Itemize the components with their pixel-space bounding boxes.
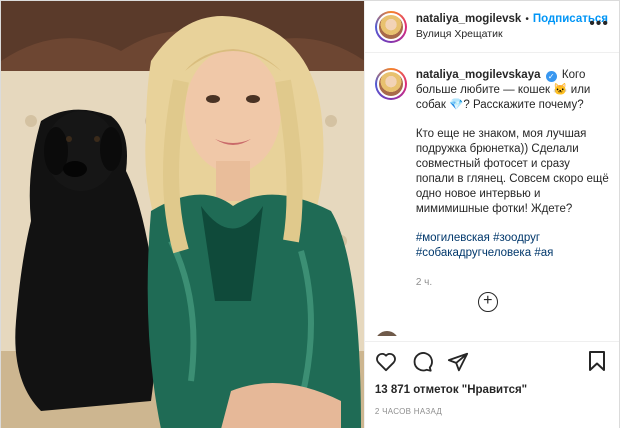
- share-icon[interactable]: [447, 351, 469, 373]
- author-avatar[interactable]: [374, 10, 407, 43]
- post-header: nataliya_mogilevsk • Подписаться Вулиця …: [364, 1, 619, 53]
- hashtag[interactable]: #могилевская: [416, 232, 490, 244]
- instagram-post: nataliya_mogilevsk • Подписаться Вулиця …: [0, 0, 620, 428]
- separator-dot: •: [525, 13, 529, 25]
- caption: nataliya_mogilevskaya ✓ Кого больше люби…: [374, 68, 609, 290]
- likes-count[interactable]: 13 871 отметок "Нравится": [375, 384, 609, 396]
- verified-badge-icon: ✓: [545, 71, 557, 82]
- caption-username[interactable]: nataliya_mogilevskaya: [416, 69, 541, 81]
- comments-area: nataliya_mogilevskaya ✓ Кого больше люби…: [365, 54, 619, 336]
- bookmark-icon[interactable]: [587, 350, 607, 375]
- caption-text-2: Кто еще не знаком, моя лучшая подружка б…: [415, 128, 609, 215]
- commenter-avatar[interactable]: [374, 331, 399, 336]
- photo-illustration: [1, 1, 364, 428]
- caption-avatar[interactable]: [374, 68, 407, 100]
- post-photo[interactable]: [1, 1, 364, 428]
- action-icons: [375, 350, 609, 374]
- hashtags: #могилевская #зоодруг #собакадругчеловек…: [416, 231, 609, 261]
- hashtag[interactable]: #ая: [534, 247, 553, 259]
- heart-icon[interactable]: [375, 352, 397, 372]
- more-options-icon[interactable]: •••: [589, 15, 609, 33]
- comment-icon[interactable]: [411, 351, 433, 373]
- plus-circle-icon[interactable]: +: [477, 292, 498, 312]
- hashtag[interactable]: #собакадругчеловека: [416, 247, 531, 259]
- post-actions: 13 871 отметок "Нравится" 2 ЧАСОВ НАЗАД: [364, 341, 619, 416]
- post-sidebar: nataliya_mogilevsk • Подписаться Вулиця …: [363, 1, 619, 428]
- hashtag[interactable]: #зоодруг: [493, 232, 540, 244]
- header-text: nataliya_mogilevsk • Подписаться Вулиця …: [416, 12, 608, 42]
- caption-time: 2 ч.: [415, 277, 433, 288]
- comment-peek: [374, 331, 399, 336]
- caption-body: nataliya_mogilevskaya ✓ Кого больше люби…: [416, 68, 609, 290]
- author-username[interactable]: nataliya_mogilevsk: [416, 12, 521, 27]
- posted-ago: 2 ЧАСОВ НАЗАД: [374, 407, 443, 416]
- post-location[interactable]: Вулиця Хрещатик: [416, 27, 608, 42]
